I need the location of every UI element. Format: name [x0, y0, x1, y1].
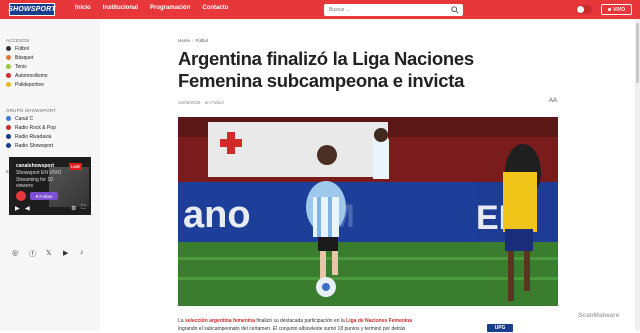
- stream-channel[interactable]: canalshowsport: [16, 163, 54, 169]
- car-icon: [6, 73, 11, 78]
- sidebar-item-label: Básquet: [15, 54, 34, 61]
- tennis-ball-icon: [6, 64, 11, 69]
- sidebar-item-label: Canal C: [15, 115, 34, 122]
- live-label: VIVO: [613, 6, 625, 13]
- nav-inicio[interactable]: Inicio: [75, 5, 91, 11]
- breadcrumb-home[interactable]: Home: [178, 38, 190, 43]
- body-text-part: La: [178, 318, 185, 324]
- article-date: 10/06/2026: [178, 100, 201, 105]
- fullscreen-icon[interactable]: ⛶: [81, 205, 85, 212]
- sidebar-item-label: Radio Rivadavia: [15, 133, 52, 140]
- body-link-seleccion[interactable]: selección argentina femenina: [185, 318, 255, 324]
- grupo-title: GRUPO SHOWSPORT: [6, 108, 57, 113]
- body-text-line: logrando el subcampeonato del certamen. …: [178, 326, 406, 332]
- sidebar-item-rivadavia[interactable]: Radio Rivadavia: [6, 133, 51, 140]
- breadcrumb-separator-icon: ›: [192, 38, 194, 43]
- x-icon[interactable]: 𝕏: [46, 249, 52, 257]
- canal-c-icon: [6, 116, 11, 121]
- youtube-icon[interactable]: ▶: [63, 249, 68, 257]
- nav-programacion[interactable]: Programación: [150, 5, 190, 11]
- breadcrumb: Home › Fútbol: [178, 38, 208, 43]
- channel-avatar[interactable]: [16, 191, 26, 201]
- hero-photo: ano M EL: [178, 117, 558, 306]
- article-title: Argentina finalizó la Liga Naciones Feme…: [178, 48, 474, 91]
- heart-icon: ♥: [35, 193, 39, 199]
- sidebar-item-basquet[interactable]: Básquet: [6, 54, 33, 61]
- live-button[interactable]: VIVO: [601, 4, 632, 15]
- site-logo[interactable]: SHOWSPORT: [8, 3, 56, 16]
- sidebar-item-rock-pop[interactable]: Radio Rock & Pop: [6, 124, 56, 131]
- sidebar-item-tenis[interactable]: Tenis: [6, 63, 27, 70]
- play-icon[interactable]: ▶: [15, 205, 20, 212]
- tiktok-icon[interactable]: ♪: [80, 249, 84, 256]
- multisport-icon: [6, 82, 11, 87]
- sidebar-item-label: Automovilismo: [15, 72, 48, 79]
- radio-icon: [6, 125, 11, 130]
- radio-icon: [6, 134, 11, 139]
- search-icon[interactable]: [451, 6, 459, 14]
- live-stream-player[interactable]: canalshowsport Showsport EN VIVO Streami…: [9, 157, 91, 215]
- article-hero-image: ano M EL: [178, 117, 558, 306]
- sidebar-item-label: Fútbol: [15, 45, 29, 52]
- search-box: [324, 4, 463, 16]
- body-text-part: finalizó su destacada participación en l…: [254, 318, 347, 324]
- facebook-icon[interactable]: ⓕ: [29, 249, 36, 259]
- basketball-icon: [6, 55, 11, 60]
- toggle-knob: [577, 6, 584, 13]
- top-navbar: SHOWSPORT Inicio Institucional Programac…: [0, 0, 640, 19]
- follow-button[interactable]: ♥ Follow: [30, 192, 58, 200]
- sidebar-item-label: Radio Rock & Pop: [15, 124, 56, 131]
- accesos-title: ACCESOS: [6, 38, 30, 43]
- sidebar-item-label: Tenis: [15, 63, 27, 70]
- page-scrollbar[interactable]: [635, 19, 640, 331]
- live-dot-icon: [608, 8, 612, 11]
- sidebar-item-automovilismo[interactable]: Automovilismo: [6, 72, 48, 79]
- instagram-icon[interactable]: ◎: [12, 249, 18, 257]
- watermark-text: ScanMalware: [578, 312, 620, 319]
- live-badge: LIVE: [69, 163, 82, 170]
- soccer-ball-icon: [6, 46, 11, 51]
- font-size-button[interactable]: AA: [549, 98, 557, 104]
- sidebar-item-polideportivo[interactable]: Polideportivo: [6, 81, 44, 88]
- nav-contacto[interactable]: Contacto: [202, 5, 228, 11]
- article-meta: 10/06/2026 en Fútbol: [178, 100, 224, 105]
- body-link-liga[interactable]: Liga de Naciones Femenina: [346, 318, 412, 324]
- scrollbar-thumb[interactable]: [636, 23, 639, 83]
- svg-text:ano: ano: [183, 194, 251, 236]
- stream-description: Showsport EN VIVO Streaming for 10 viewe…: [16, 170, 62, 189]
- volume-icon[interactable]: ◀: [25, 205, 30, 212]
- search-input[interactable]: [329, 7, 449, 13]
- sidebar-item-label: Polideportivo: [15, 81, 44, 88]
- article-category[interactable]: Fútbol: [211, 100, 224, 105]
- radio-icon: [6, 143, 11, 148]
- settings-icon[interactable]: ⚙: [71, 205, 76, 212]
- follow-label: Follow: [39, 193, 53, 199]
- sidebar-item-showsport-radio[interactable]: Radio Showsport: [6, 142, 53, 149]
- sidebar-item-label: Radio Showsport: [15, 142, 54, 149]
- sidebar-item-futbol[interactable]: Fútbol: [6, 45, 29, 52]
- breadcrumb-category[interactable]: Fútbol: [196, 38, 209, 43]
- article-in-label: en: [204, 100, 210, 105]
- sidebar-item-canal-c[interactable]: Canal C: [6, 115, 33, 122]
- nav-institucional[interactable]: Institucional: [103, 5, 138, 11]
- dark-mode-toggle[interactable]: [576, 5, 592, 14]
- main-nav: Inicio Institucional Programación Contac…: [75, 5, 240, 11]
